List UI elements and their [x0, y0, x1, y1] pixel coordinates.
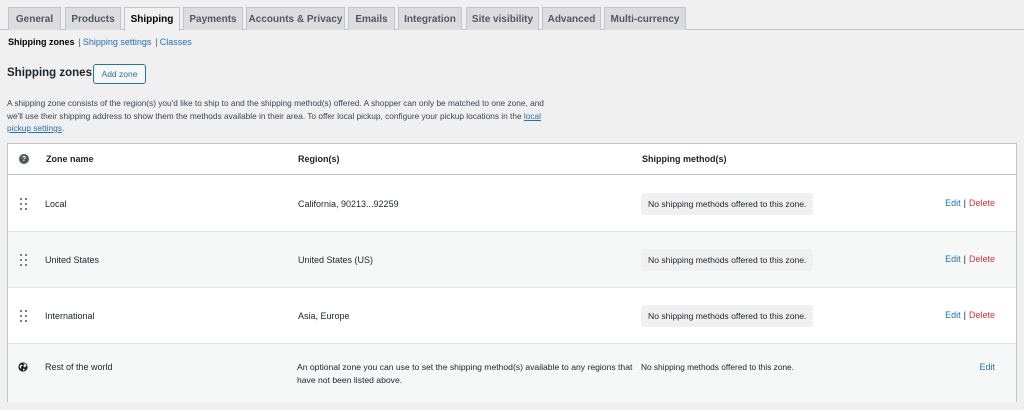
column-shipping-methods: Shipping method(s) [642, 154, 727, 164]
drag-handle-icon[interactable] [20, 310, 28, 322]
shipping-method-badge: No shipping methods offered to this zone… [641, 193, 814, 215]
zone-name: Rest of the world [45, 362, 113, 372]
zone-region: California, 90213...92259 [298, 199, 399, 209]
help-icon[interactable]: ? [19, 154, 29, 164]
row-actions: Edit | Delete [945, 198, 995, 208]
shipping-zones-table: ? Zone name Region(s) Shipping method(s)… [7, 143, 1017, 402]
delete-link[interactable]: Delete [969, 310, 995, 320]
description-end: . [61, 123, 65, 133]
subnav-separator: | [155, 37, 158, 47]
action-separator: | [963, 254, 966, 264]
shipping-method-text: No shipping methods offered to this zone… [641, 362, 794, 372]
tab-shipping[interactable]: Shipping [124, 7, 180, 31]
zone-name[interactable]: International [45, 311, 95, 321]
tab-advanced[interactable]: Advanced [542, 7, 601, 30]
page-title: Shipping zones [7, 67, 92, 79]
table-header: ? Zone name Region(s) Shipping method(s) [8, 144, 1016, 175]
tab-payments[interactable]: Payments [183, 7, 243, 30]
zone-name[interactable]: United States [45, 255, 99, 265]
drag-handle-icon[interactable] [20, 254, 28, 266]
shipping-subnav: Shipping zones | Shipping settings | Classes [8, 37, 192, 47]
edit-link[interactable]: Edit [945, 198, 961, 208]
subnav-shipping-settings[interactable]: Shipping settings [83, 37, 152, 47]
row-actions: Edit | Delete [945, 310, 995, 320]
subnav-shipping-zones[interactable]: Shipping zones [8, 37, 75, 47]
table-row: United States United States (US) No ship… [8, 232, 1016, 288]
zone-region: Asia, Europe [298, 311, 350, 321]
edit-link[interactable]: Edit [945, 254, 961, 264]
edit-link[interactable]: Edit [945, 310, 961, 320]
edit-link[interactable]: Edit [979, 362, 995, 372]
tab-integration[interactable]: Integration [398, 7, 462, 30]
column-zone-name: Zone name [46, 154, 94, 164]
table-row: International Asia, Europe No shipping m… [8, 288, 1016, 344]
row-actions: Edit | Delete [945, 254, 995, 264]
zone-name[interactable]: Local [45, 199, 67, 209]
rest-of-world-description: An optional zone you can use to set the … [297, 362, 633, 385]
tab-multi-currency[interactable]: Multi-currency [604, 7, 686, 30]
tab-site-visibility[interactable]: Site visibility [466, 7, 539, 30]
description-text: A shipping zone consists of the region(s… [7, 98, 544, 121]
delete-link[interactable]: Delete [969, 198, 995, 208]
table-row: Local California, 90213...92259 No shipp… [8, 176, 1016, 232]
subnav-separator: | [78, 37, 81, 47]
subnav-classes[interactable]: Classes [160, 37, 192, 47]
action-separator: | [963, 310, 966, 320]
column-regions: Region(s) [298, 154, 340, 164]
rest-of-world-row: Rest of the world An optional zone you c… [8, 344, 1016, 402]
tab-general[interactable]: General [8, 7, 61, 30]
shipping-method-badge: No shipping methods offered to this zone… [641, 249, 814, 271]
add-zone-button[interactable]: Add zone [93, 64, 146, 84]
tab-accounts-privacy[interactable]: Accounts & Privacy [246, 7, 345, 30]
globe-icon [18, 362, 28, 372]
action-separator: | [963, 198, 966, 208]
settings-tab-bar: General Products Shipping Payments Accou… [0, 0, 1024, 31]
tab-emails[interactable]: Emails [348, 7, 395, 30]
zone-region: United States (US) [298, 255, 374, 265]
delete-link[interactable]: Delete [969, 254, 995, 264]
shipping-zones-description: A shipping zone consists of the region(s… [7, 97, 547, 135]
drag-handle-icon[interactable] [20, 198, 28, 210]
shipping-method-badge: No shipping methods offered to this zone… [641, 305, 814, 327]
tab-products[interactable]: Products [65, 7, 121, 30]
